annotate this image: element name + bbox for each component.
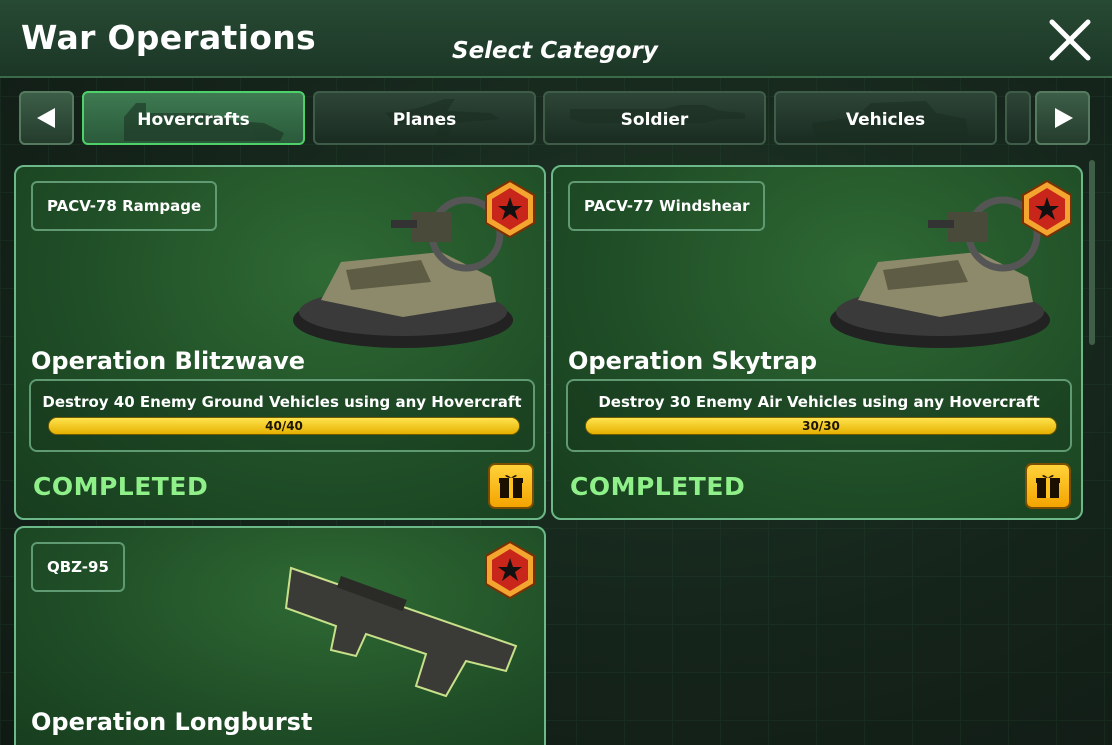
unit-name-box: PACV-78 Rampage <box>31 181 218 231</box>
unit-name-box: PACV-77 Windshear <box>568 181 766 231</box>
gift-icon <box>1036 475 1060 498</box>
tab-vehicles[interactable]: Vehicles <box>774 91 997 145</box>
unit-name: QBZ-95 <box>47 558 109 576</box>
tab-label: Planes <box>392 110 457 130</box>
task-description: Destroy 30 Enemy Air Vehicles using any … <box>598 393 1040 411</box>
star-rank-badge-icon <box>485 540 535 600</box>
tab-soldier[interactable]: Soldier <box>543 91 766 145</box>
unit-name: PACV-78 Rampage <box>47 197 202 215</box>
operation-card[interactable]: QBZ-95 Operation Longburst <box>14 526 546 745</box>
task-description: Destroy 40 Enemy Ground Vehicles using a… <box>42 393 522 411</box>
completed-status: COMPLETED <box>33 472 209 501</box>
operation-title: Operation Skytrap <box>568 347 818 375</box>
tab-planes[interactable]: Planes <box>313 91 536 145</box>
header-bar: War Operations Select Category <box>0 0 1112 78</box>
tab-label: Soldier <box>620 110 689 130</box>
progress-bar: 40/40 <box>48 417 520 435</box>
operation-card[interactable]: PACV-78 Rampage Operation Blitzwave Dest… <box>14 165 546 520</box>
claim-reward-button[interactable] <box>488 463 534 509</box>
page-title: War Operations <box>21 18 316 57</box>
unit-name: PACV-77 Windshear <box>584 197 750 215</box>
task-box: Destroy 30 Enemy Air Vehicles using any … <box>566 379 1072 452</box>
unit-name-box: QBZ-95 <box>31 542 125 592</box>
operation-title: Operation Blitzwave <box>31 347 305 375</box>
tab-partial[interactable] <box>1005 91 1031 145</box>
prev-category-button[interactable] <box>19 91 74 145</box>
progress-text: 30/30 <box>802 419 840 433</box>
arrow-right-icon <box>1054 108 1073 128</box>
category-subtitle: Select Category <box>452 38 658 64</box>
operation-card[interactable]: PACV-77 Windshear Operation Skytrap Dest… <box>551 165 1083 520</box>
completed-status: COMPLETED <box>570 472 746 501</box>
tab-label: Hovercrafts <box>137 110 250 130</box>
operation-title: Operation Longburst <box>31 708 313 736</box>
close-icon <box>1049 19 1091 61</box>
close-button[interactable] <box>1046 16 1094 64</box>
claim-reward-button[interactable] <box>1025 463 1071 509</box>
assault-rifle-image <box>284 566 518 698</box>
task-box: Destroy 40 Enemy Ground Vehicles using a… <box>29 379 535 452</box>
next-category-button[interactable] <box>1035 91 1090 145</box>
progress-text: 40/40 <box>265 419 303 433</box>
tab-label: Vehicles <box>845 110 926 130</box>
star-rank-badge-icon <box>1022 179 1072 239</box>
gift-icon <box>499 475 523 498</box>
scrollbar[interactable] <box>1089 160 1095 345</box>
tab-hovercrafts[interactable]: Hovercrafts <box>82 91 305 145</box>
arrow-left-icon <box>36 108 55 128</box>
progress-bar: 30/30 <box>585 417 1057 435</box>
star-rank-badge-icon <box>485 179 535 239</box>
